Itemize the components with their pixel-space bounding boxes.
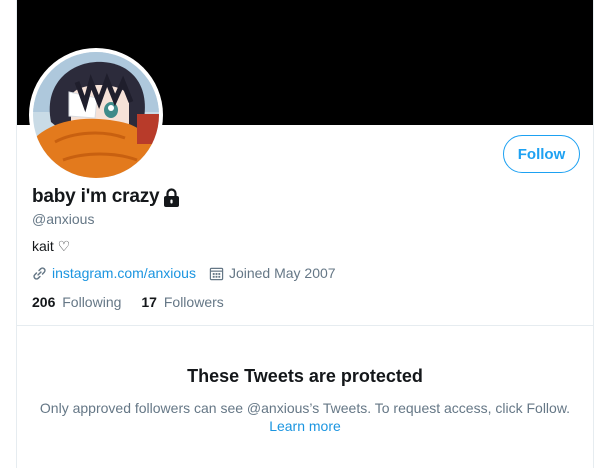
website-item: instagram.com/anxious <box>32 265 196 281</box>
followers-label: Followers <box>163 294 224 310</box>
calendar-icon <box>209 267 224 280</box>
profile-column: Follow baby i'm crazy @anxious kait ♡ in… <box>16 0 594 468</box>
protected-message: Only approved followers can see @anxious… <box>17 399 593 435</box>
section-divider <box>17 325 593 326</box>
website-link[interactable]: instagram.com/anxious <box>52 265 196 281</box>
avatar[interactable] <box>29 48 163 182</box>
avatar-image <box>33 52 159 178</box>
followers-stat[interactable]: 17 Followers <box>141 294 223 310</box>
protected-title: These Tweets are protected <box>187 366 423 386</box>
following-label: Following <box>62 294 122 310</box>
follow-button[interactable]: Follow <box>503 135 580 173</box>
profile-meta: instagram.com/anxious Joined May 2007 <box>32 265 349 281</box>
profile-stats: 206 Following 17 Followers <box>32 294 244 310</box>
link-icon <box>33 266 46 280</box>
joined-date: Joined May 2007 <box>228 265 336 281</box>
profile-handle: @anxious <box>32 211 95 227</box>
following-count: 206 <box>32 294 56 310</box>
learn-more-link[interactable]: Learn more <box>269 418 341 434</box>
profile-bio: kait ♡ <box>32 238 71 254</box>
followers-count: 17 <box>141 294 157 310</box>
following-stat[interactable]: 206 Following <box>32 294 121 310</box>
display-name[interactable]: baby i'm crazy <box>32 186 160 208</box>
lock-icon <box>164 187 180 207</box>
joined-item: Joined May 2007 <box>209 265 336 281</box>
protected-body: Only approved followers can see @anxious… <box>39 400 571 416</box>
profile-name-row: baby i'm crazy <box>32 186 180 208</box>
protected-notice: These Tweets are protected Only approved… <box>17 366 593 435</box>
